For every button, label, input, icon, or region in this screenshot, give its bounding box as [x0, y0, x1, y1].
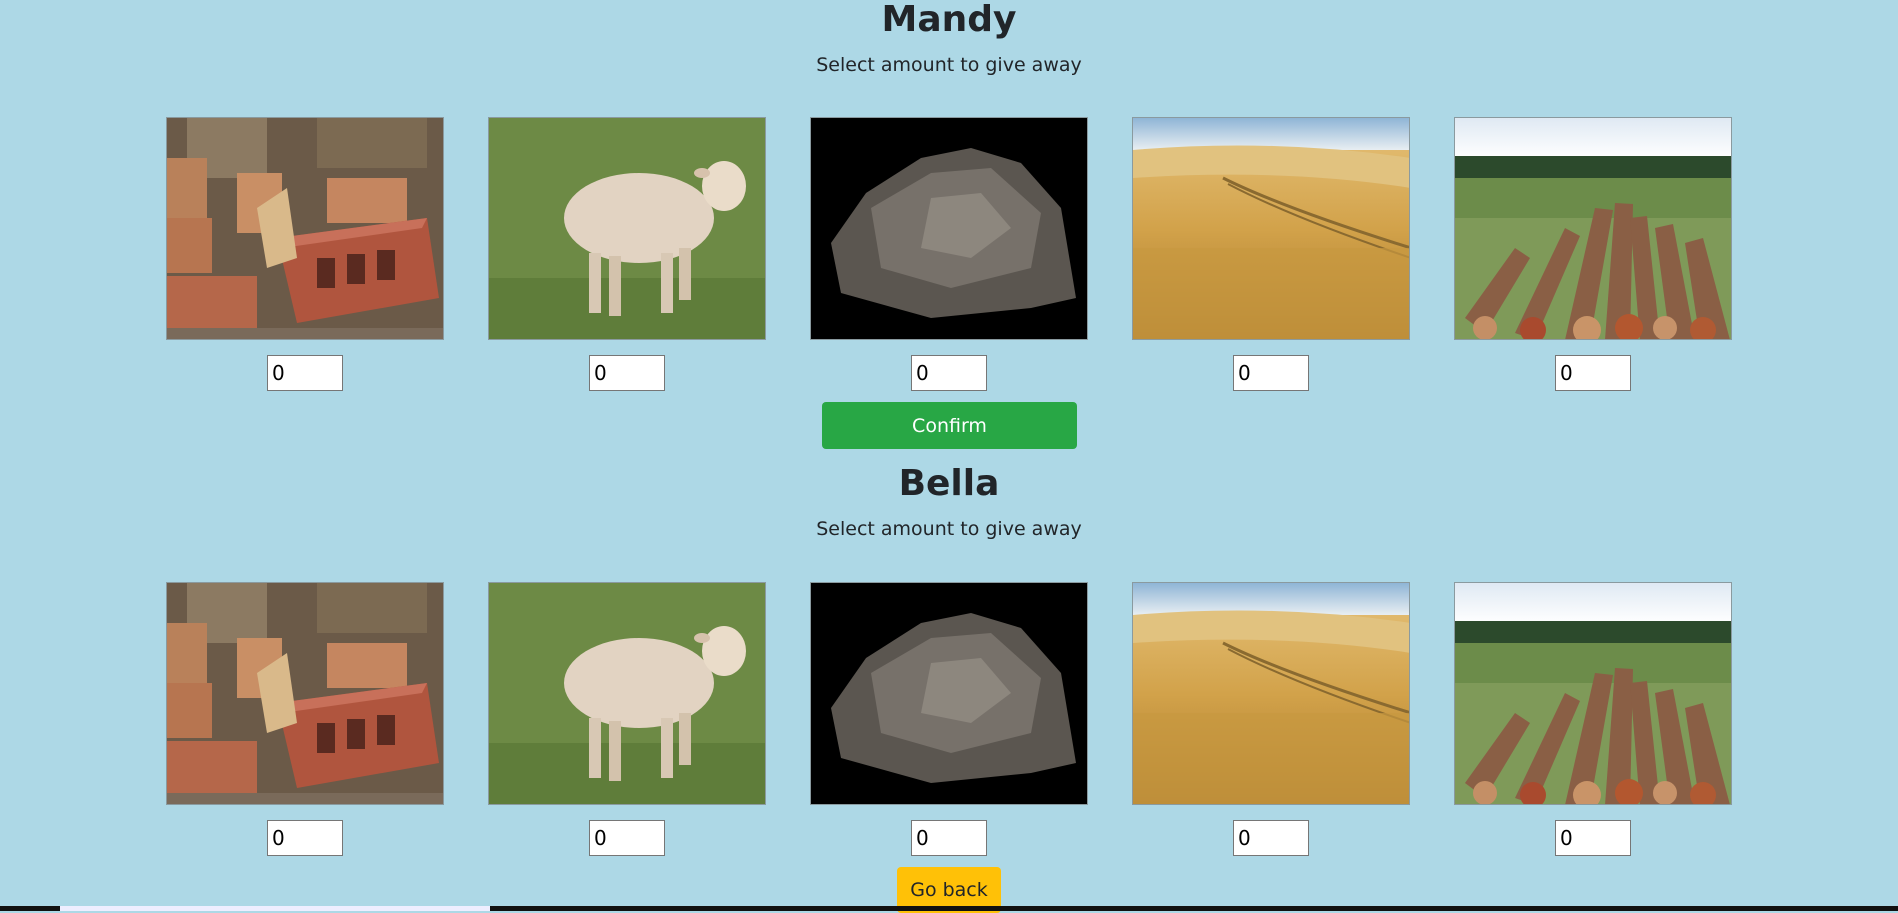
resource-card-wool [488, 117, 766, 391]
ore-rock-image [810, 117, 1088, 340]
lumber-quantity-input[interactable] [1555, 355, 1631, 391]
resource-card-lumber [1454, 117, 1732, 391]
confirm-button[interactable]: Confirm [822, 402, 1077, 449]
resource-card-ore [810, 582, 1088, 856]
resource-card-wool [488, 582, 766, 856]
lumber-logs-image [1454, 582, 1732, 805]
resource-row-mandy [0, 117, 1898, 397]
grain-quantity-input[interactable] [1233, 355, 1309, 391]
bricks-image [166, 582, 444, 805]
lumber-quantity-input[interactable] [1555, 820, 1631, 856]
give-away-instruction: Select amount to give away [816, 54, 1082, 76]
ore-quantity-input[interactable] [911, 820, 987, 856]
give-away-instruction: Select amount to give away [816, 518, 1082, 540]
brick-quantity-input[interactable] [267, 355, 343, 391]
wool-quantity-input[interactable] [589, 820, 665, 856]
wheat-field-image [1132, 582, 1410, 805]
ore-quantity-input[interactable] [911, 355, 987, 391]
wheat-field-image [1132, 117, 1410, 340]
player-section-mandy: Mandy Select amount to give away [0, 0, 1898, 78]
horizontal-scrollbar-thumb[interactable] [60, 906, 490, 911]
player-section-bella: Bella Select amount to give away [0, 464, 1898, 542]
resource-card-grain [1132, 582, 1410, 856]
resource-card-brick [166, 582, 444, 856]
sheep-image [488, 582, 766, 805]
lumber-logs-image [1454, 117, 1732, 340]
resource-row-bella [0, 582, 1898, 862]
brick-quantity-input[interactable] [267, 820, 343, 856]
resource-card-lumber [1454, 582, 1732, 856]
resource-card-brick [166, 117, 444, 391]
player-name: Mandy [881, 0, 1017, 40]
sheep-image [488, 117, 766, 340]
bricks-image [166, 117, 444, 340]
resource-card-grain [1132, 117, 1410, 391]
player-name: Bella [898, 463, 1000, 504]
wool-quantity-input[interactable] [589, 355, 665, 391]
ore-rock-image [810, 582, 1088, 805]
grain-quantity-input[interactable] [1233, 820, 1309, 856]
resource-card-ore [810, 117, 1088, 391]
